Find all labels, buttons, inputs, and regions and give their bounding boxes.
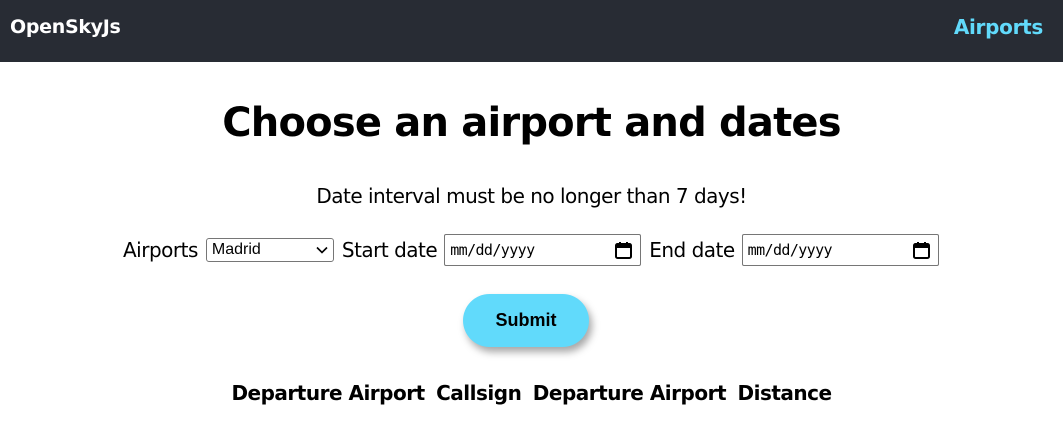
brand-logo-link[interactable]: OpenSkyJs: [10, 16, 121, 38]
airports-label: Airports: [123, 238, 198, 262]
calendar-icon[interactable]: [614, 241, 633, 260]
results-table-header: Departure Airport Callsign Departure Air…: [0, 381, 1063, 405]
airport-select[interactable]: Madrid: [205, 238, 334, 262]
airport-select-value: Madrid: [211, 241, 261, 258]
calendar-icon[interactable]: [912, 241, 931, 260]
column-header-departure-airport-2: Departure Airport: [532, 381, 727, 405]
column-header-departure-airport: Departure Airport: [231, 381, 425, 405]
start-date-placeholder: mm/dd/yyyy: [450, 241, 535, 259]
date-interval-notice: Date interval must be no longer than 7 d…: [316, 184, 747, 208]
submit-button[interactable]: Submit: [463, 294, 589, 347]
search-form: Airports Madrid Start date mm/dd/yyyy En…: [123, 234, 947, 266]
top-navbar: OpenSkyJs Airports: [0, 0, 1063, 62]
column-header-distance: Distance: [737, 381, 832, 405]
chevron-down-icon: [316, 246, 328, 254]
start-date-label: Start date: [341, 238, 438, 262]
column-header-callsign: Callsign: [436, 381, 522, 405]
end-date-placeholder: mm/dd/yyyy: [747, 241, 833, 259]
page-title: Choose an airport and dates: [222, 100, 841, 146]
end-date-input[interactable]: mm/dd/yyyy: [741, 234, 939, 266]
start-date-input[interactable]: mm/dd/yyyy: [444, 234, 642, 266]
nav-link-airports[interactable]: Airports: [954, 15, 1043, 39]
end-date-label: End date: [649, 238, 735, 262]
